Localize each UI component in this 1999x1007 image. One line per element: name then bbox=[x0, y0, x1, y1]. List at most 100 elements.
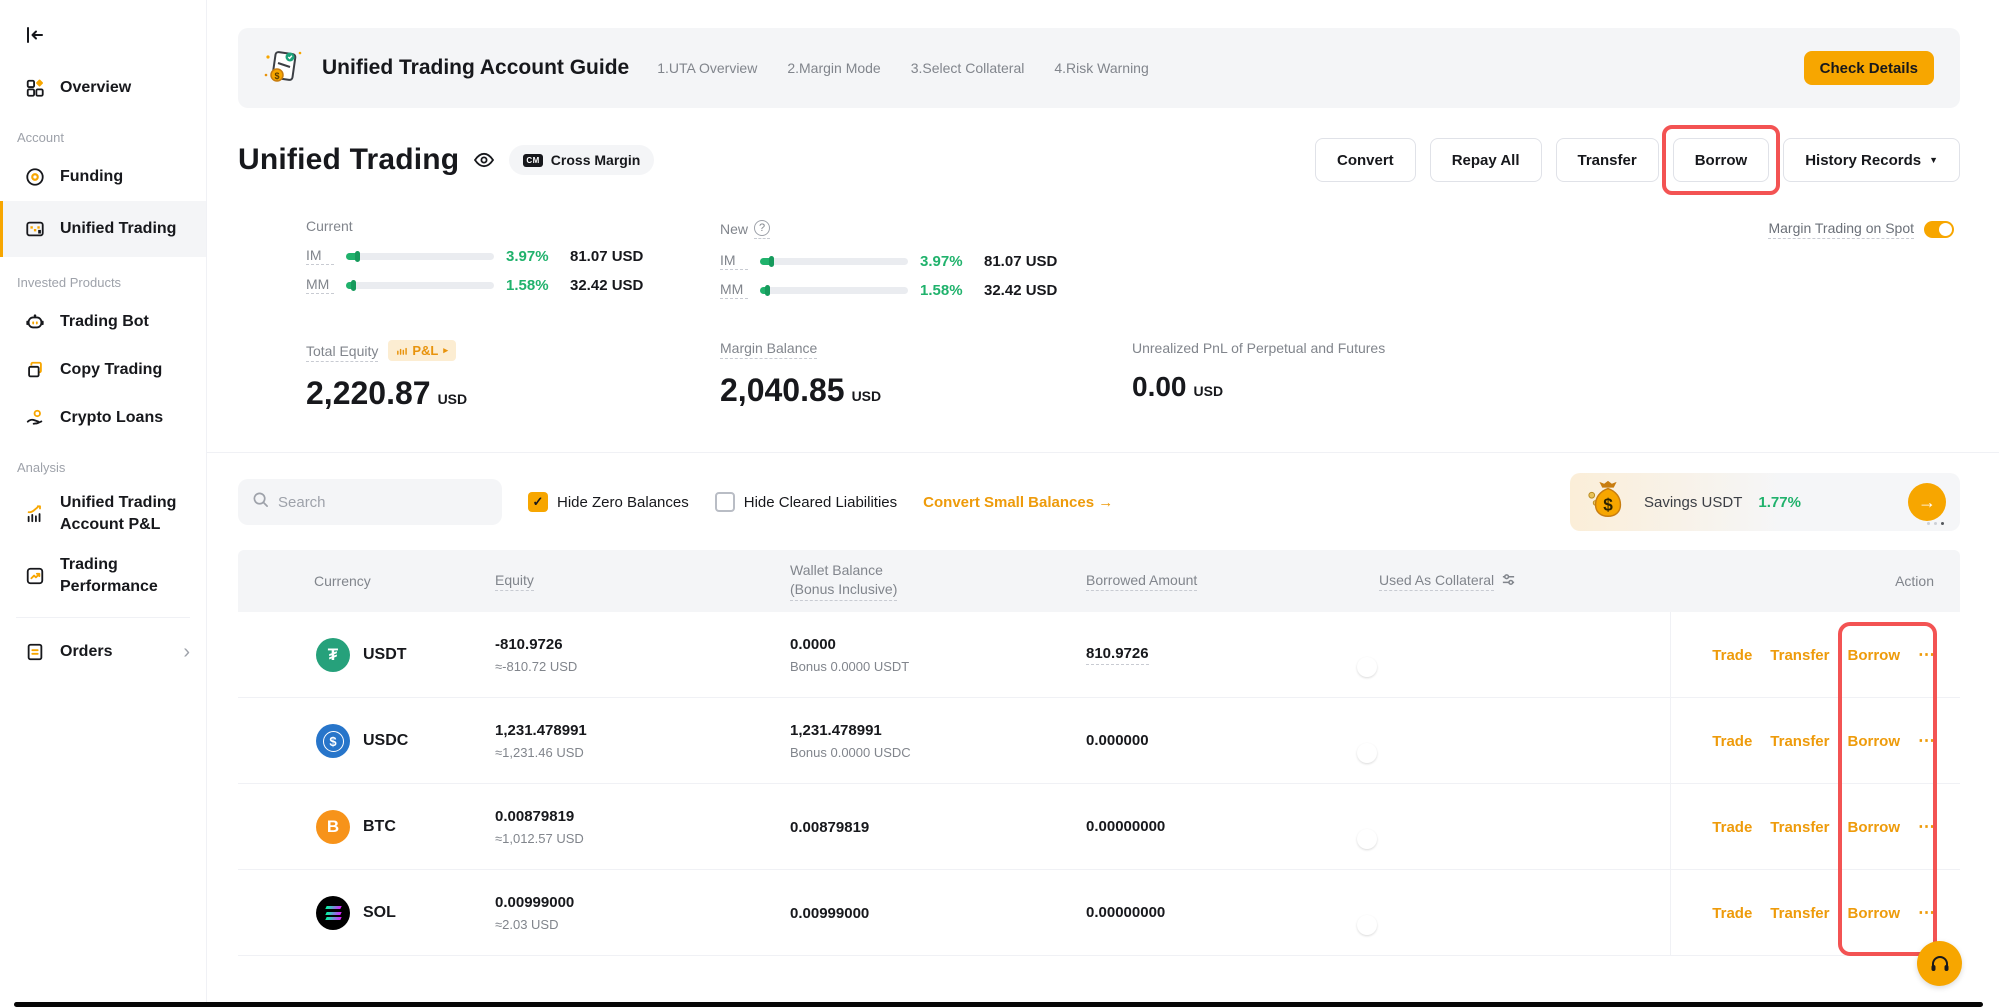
more-actions-icon[interactable]: ⋯ bbox=[1918, 903, 1936, 923]
borrow-button[interactable]: Borrow bbox=[1673, 138, 1770, 182]
hide-cleared-liabilities-checkbox[interactable]: Hide Cleared Liabilities bbox=[715, 492, 897, 512]
wallet-value: 0.0000 bbox=[790, 636, 1086, 653]
equity-cell: 1,231.478991 ≈1,231.46 USD bbox=[495, 722, 790, 760]
currency-unit: USD bbox=[852, 388, 882, 404]
table-row-usdc: $ USDC 1,231.478991 ≈1,231.46 USD 1,231.… bbox=[238, 698, 1960, 784]
col-borrowed-amount[interactable]: Borrowed Amount bbox=[1086, 572, 1379, 591]
equity-usd: ≈1,012.57 USD bbox=[495, 831, 790, 846]
sidebar-item-trading-bot[interactable]: Trading Bot bbox=[0, 298, 206, 346]
sidebar-item-label: Unified Trading Account P&L bbox=[60, 492, 192, 535]
col-wallet-balance[interactable]: Wallet Balance (Bonus Inclusive) bbox=[790, 561, 1086, 602]
equity-cell: 0.00879819 ≈1,012.57 USD bbox=[495, 808, 790, 846]
transfer-link[interactable]: Transfer bbox=[1770, 733, 1829, 750]
transfer-button[interactable]: Transfer bbox=[1556, 138, 1659, 182]
banner-step-3: 3.Select Collateral bbox=[911, 60, 1025, 76]
currency-unit: USD bbox=[438, 391, 468, 407]
window-bottom-bar bbox=[14, 1002, 1983, 1007]
more-actions-icon[interactable]: ⋯ bbox=[1918, 731, 1936, 751]
uta-guide-banner: $ Unified Trading Account Guide 1.UTA Ov… bbox=[238, 28, 1960, 108]
margin-rate-section: Current IM 3.97% 81.07 USD MM 1.58% 32.4… bbox=[238, 218, 1960, 304]
search-input[interactable] bbox=[278, 494, 488, 511]
borrow-link[interactable]: Borrow bbox=[1848, 819, 1901, 836]
mm-row-new: MM 1.58% 32.42 USD bbox=[720, 277, 1134, 303]
hide-zero-label: Hide Zero Balances bbox=[557, 494, 689, 511]
more-actions-icon[interactable]: ⋯ bbox=[1918, 645, 1936, 665]
mm-row: MM 1.58% 32.42 USD bbox=[306, 272, 720, 298]
trade-link[interactable]: Trade bbox=[1712, 733, 1752, 750]
sidebar-item-uta-pnl[interactable]: Unified Trading Account P&L bbox=[0, 483, 206, 545]
transfer-link[interactable]: Transfer bbox=[1770, 905, 1829, 922]
sidebar-item-trading-performance[interactable]: Trading Performance bbox=[0, 545, 206, 607]
total-equity-value: 2,220.87USD bbox=[306, 375, 720, 412]
action-cell: Trade Transfer Borrow ⋯ bbox=[1670, 698, 1960, 784]
sol-coin-icon bbox=[316, 896, 350, 930]
margin-trading-on-spot: Margin Trading on Spot bbox=[1768, 220, 1954, 239]
banner-step-4: 4.Risk Warning bbox=[1054, 60, 1148, 76]
wallet-cell: 0.00879819 bbox=[790, 819, 1086, 836]
hand-coin-icon bbox=[24, 407, 46, 429]
check-details-button[interactable]: Check Details bbox=[1804, 51, 1934, 85]
sidebar-item-unified-trading[interactable]: Unified Trading bbox=[0, 201, 206, 257]
sidebar-section-analysis: Analysis bbox=[0, 442, 206, 483]
savings-arrow-button[interactable]: → bbox=[1908, 483, 1946, 521]
col-equity[interactable]: Equity bbox=[495, 572, 790, 591]
question-circle-icon[interactable]: ? bbox=[754, 220, 770, 236]
convert-small-balances-link[interactable]: Convert Small Balances → bbox=[923, 494, 1113, 511]
borrowed-value: 0.00000000 bbox=[1086, 818, 1165, 835]
mm-usd: 32.42 USD bbox=[570, 277, 643, 294]
wallet-value: 0.00999000 bbox=[790, 905, 1086, 922]
trade-link[interactable]: Trade bbox=[1712, 905, 1752, 922]
borrow-link[interactable]: Borrow bbox=[1848, 905, 1901, 922]
action-cell: Trade Transfer Borrow ⋯ bbox=[1670, 612, 1960, 698]
repay-all-button[interactable]: Repay All bbox=[1430, 138, 1542, 182]
sidebar-item-orders[interactable]: Orders › bbox=[0, 628, 206, 676]
savings-promo-banner[interactable]: $ Savings USDT 1.77% → bbox=[1570, 473, 1960, 531]
equity-usd: ≈-810.72 USD bbox=[495, 659, 790, 674]
borrow-link[interactable]: Borrow bbox=[1848, 647, 1901, 664]
convert-button[interactable]: Convert bbox=[1315, 138, 1416, 182]
page-title: Unified Trading bbox=[238, 143, 459, 177]
account-header: Unified Trading CM Cross Margin Convert … bbox=[238, 132, 1960, 188]
transfer-link[interactable]: Transfer bbox=[1770, 819, 1829, 836]
total-equity-label: Total Equity bbox=[306, 343, 378, 362]
more-actions-icon[interactable]: ⋯ bbox=[1918, 817, 1936, 837]
section-divider bbox=[207, 452, 1999, 453]
sidebar-item-label: Trading Bot bbox=[60, 311, 192, 333]
spot-toggle[interactable] bbox=[1924, 221, 1954, 238]
checkbox-checked-icon[interactable]: ✓ bbox=[528, 492, 548, 512]
search-box[interactable] bbox=[238, 479, 502, 525]
history-records-button[interactable]: History Records ▼ bbox=[1783, 138, 1960, 182]
sidebar-item-funding[interactable]: Funding bbox=[0, 153, 206, 201]
hide-zero-balances-checkbox[interactable]: ✓ Hide Zero Balances bbox=[528, 492, 689, 512]
pnl-badge[interactable]: P&L▸ bbox=[388, 340, 456, 361]
pnl-chart-icon bbox=[24, 503, 46, 525]
total-equity-block: Total Equity P&L▸ 2,220.87USD bbox=[306, 340, 720, 424]
transfer-link[interactable]: Transfer bbox=[1770, 647, 1829, 664]
table-row-usdt: ₮ USDT -810.9726 ≈-810.72 USD 0.0000 Bon… bbox=[238, 612, 1960, 698]
hide-cleared-label: Hide Cleared Liabilities bbox=[744, 494, 897, 511]
sidebar-collapse-icon[interactable] bbox=[24, 24, 46, 46]
borrowed-value: 0.000000 bbox=[1086, 732, 1149, 749]
banner-title: Unified Trading Account Guide bbox=[322, 56, 629, 80]
support-chat-button[interactable] bbox=[1917, 941, 1962, 986]
borrowed-cell: 810.9726 bbox=[1086, 645, 1379, 665]
sidebar-item-label: Copy Trading bbox=[60, 359, 192, 381]
col-used-as-collateral[interactable]: Used As Collateral bbox=[1379, 572, 1670, 591]
usdt-coin-icon: ₮ bbox=[316, 638, 350, 672]
sidebar-item-copy-trading[interactable]: Copy Trading bbox=[0, 346, 206, 394]
sidebar-item-overview[interactable]: Overview bbox=[0, 64, 206, 112]
im-progress-bar bbox=[346, 253, 494, 260]
new-margin-group: New ? IM 3.97% 81.07 USD MM 1.58% 32.42 … bbox=[720, 218, 1134, 304]
trade-link[interactable]: Trade bbox=[1712, 647, 1752, 664]
equity-value: 1,231.478991 bbox=[495, 722, 790, 739]
im-label: IM bbox=[306, 247, 334, 265]
svg-text:$: $ bbox=[274, 71, 279, 81]
assets-table: Currency Equity Wallet Balance (Bonus In… bbox=[238, 550, 1960, 956]
trade-link[interactable]: Trade bbox=[1712, 819, 1752, 836]
sidebar-item-crypto-loans[interactable]: Crypto Loans bbox=[0, 394, 206, 442]
visibility-eye-icon[interactable] bbox=[473, 149, 495, 171]
checkbox-unchecked-icon[interactable] bbox=[715, 492, 735, 512]
borrow-link[interactable]: Borrow bbox=[1848, 733, 1901, 750]
filter-sliders-icon[interactable] bbox=[1501, 572, 1516, 590]
margin-mode-badge[interactable]: CM Cross Margin bbox=[509, 145, 654, 175]
